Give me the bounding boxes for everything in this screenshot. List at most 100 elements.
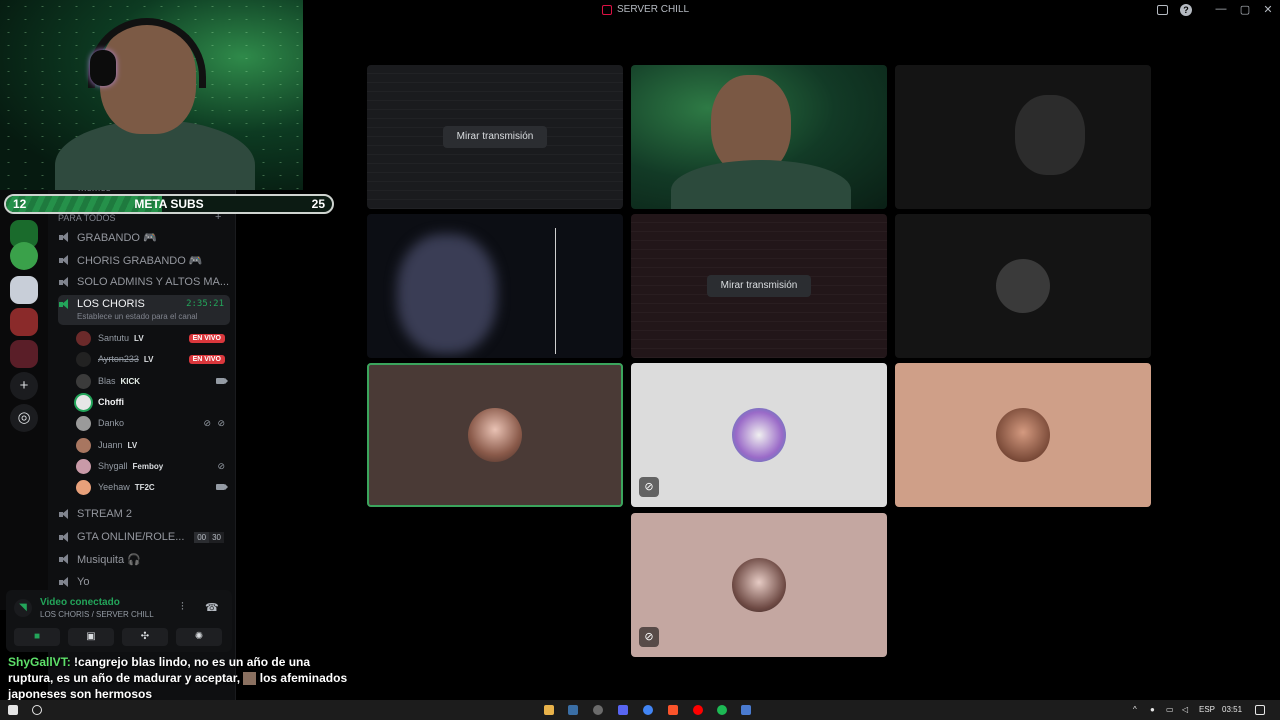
user-tag: TF2C <box>134 482 155 492</box>
inbox-icon[interactable] <box>1157 5 1168 15</box>
video-tile[interactable] <box>895 363 1151 507</box>
voice-status[interactable]: Video conectado <box>40 597 120 608</box>
obs-icon[interactable] <box>593 705 603 715</box>
user-count: 00 <box>194 531 210 543</box>
clock[interactable]: 03:51 <box>1222 705 1242 714</box>
speaker-icon <box>58 254 72 266</box>
chrome-icon[interactable] <box>643 705 653 715</box>
video-tile[interactable]: ⊘ <box>631 363 887 507</box>
stream-person <box>1015 95 1085 175</box>
mic-muted-icon: ⊘ <box>203 417 211 428</box>
headset-earcup <box>90 50 116 86</box>
steam-icon[interactable] <box>568 705 578 715</box>
voice-user[interactable]: Juann LV <box>76 435 230 455</box>
video-tile[interactable] <box>895 214 1151 358</box>
tray-chevron-icon[interactable]: ^ <box>1133 705 1137 714</box>
youtube-icon[interactable] <box>693 705 703 715</box>
server-icon-frog[interactable] <box>10 242 38 270</box>
camera-icon <box>216 484 228 490</box>
goal-title: META SUBS <box>134 197 204 211</box>
voice-channel[interactable]: GTA ONLINE/ROLE... 00 30 <box>58 527 230 547</box>
voice-user[interactable]: Choffi <box>76 392 230 412</box>
video-tile[interactable]: ⊘ <box>631 513 887 657</box>
discover-icon[interactable]: ◎ <box>10 404 38 432</box>
user-name: Blas <box>98 376 116 386</box>
server-icon-server-chill[interactable] <box>10 340 38 368</box>
voice-user[interactable]: Danko ⊘ ⊘ <box>76 413 230 433</box>
camera-button[interactable]: ■ <box>14 628 60 646</box>
user-avatar <box>732 408 786 462</box>
spotify-icon[interactable] <box>717 705 727 715</box>
minimize-icon[interactable]: — <box>1214 3 1228 15</box>
voice-channel[interactable]: Musiquita 🎧 <box>58 549 230 569</box>
voice-channel[interactable]: GRABANDO 🎮 <box>58 227 230 247</box>
stream-tile[interactable]: Mirar transmisión <box>631 214 887 358</box>
user-tag: LV <box>127 440 138 450</box>
stream-tile[interactable]: Mirar transmisión <box>367 65 623 209</box>
voice-connection-panel: ◥ Video conectado LOS CHORIS / SERVER CH… <box>6 590 232 652</box>
user-name: Danko <box>98 418 125 428</box>
voice-user[interactable]: Ayrton233 LV EN VIVO <box>76 349 230 369</box>
volume-icon[interactable]: ◁ <box>1182 705 1188 714</box>
windows-taskbar: ^ ● ▭ ◁ ESP 03:51 <box>0 700 1280 720</box>
video-tile-speaking[interactable] <box>367 363 623 507</box>
video-tile[interactable] <box>367 214 623 358</box>
user-name: Juann <box>98 440 123 450</box>
soundboard-button[interactable]: ✺ <box>176 628 222 646</box>
user-tag: Femboy <box>132 461 164 471</box>
live-badge: EN VIVO <box>188 333 225 343</box>
video-tile[interactable] <box>631 65 887 209</box>
emote-icon <box>243 672 257 686</box>
user-name: Yeehaw <box>98 482 130 492</box>
user-avatar <box>996 408 1050 462</box>
noise-suppression-icon[interactable]: ⫶ <box>181 601 184 614</box>
voice-location[interactable]: LOS CHORIS / SERVER CHILL <box>40 610 154 619</box>
voice-channel[interactable]: SOLO ADMINS Y ALTOS MA... <box>58 272 230 292</box>
server-icon-anime[interactable] <box>10 276 38 304</box>
server-logo-icon <box>602 4 612 15</box>
watch-stream-button[interactable]: Mirar transmisión <box>443 126 547 148</box>
add-server-icon[interactable]: + <box>10 372 38 400</box>
search-icon[interactable] <box>32 705 42 715</box>
language-indicator[interactable]: ESP <box>1199 705 1215 714</box>
voice-channel-active[interactable]: LOS CHORIS 2:35:21 Establece un estado p… <box>58 295 230 325</box>
channel-name: Musiquita 🎧 <box>77 553 141 566</box>
stream-chat-message: ShyGallVT: !cangrejo blas lindo, no es u… <box>0 654 352 702</box>
windows-start-icon[interactable] <box>8 705 18 715</box>
disconnect-icon[interactable]: ☎ <box>205 601 219 614</box>
notification-icon[interactable] <box>1255 705 1265 715</box>
channel-status[interactable]: Establece un estado para el canal <box>77 312 198 321</box>
mic-icon[interactable]: ● <box>1150 705 1155 714</box>
camera-icon <box>216 378 228 384</box>
channel-name: LOS CHORIS <box>77 298 145 310</box>
voice-user[interactable]: Yeehaw TF2C <box>76 477 230 497</box>
file-explorer-icon[interactable] <box>544 705 554 715</box>
brave-icon[interactable] <box>668 705 678 715</box>
video-tile[interactable] <box>895 65 1151 209</box>
network-icon[interactable]: ▭ <box>1166 705 1174 714</box>
voice-user[interactable]: Shygall Femboy ⊘ <box>76 456 230 476</box>
speaker-icon <box>58 531 72 543</box>
server-icon-red[interactable] <box>10 308 38 336</box>
voice-channel[interactable]: STREAM 2 <box>58 504 230 524</box>
speaker-icon <box>58 276 72 288</box>
window-title-text: SERVER CHILL <box>617 4 690 15</box>
watch-stream-button[interactable]: Mirar transmisión <box>707 275 811 297</box>
voice-channel[interactable]: CHORIS GRABANDO 🎮 <box>58 250 230 270</box>
discord-icon[interactable] <box>618 705 628 715</box>
channel-name: CHORIS GRABANDO 🎮 <box>77 254 203 267</box>
voice-user[interactable]: Santutu LV EN VIVO <box>76 328 230 348</box>
activities-button[interactable]: ✣ <box>122 628 168 646</box>
user-name: Santutu <box>98 333 130 343</box>
app-icon[interactable] <box>741 705 751 715</box>
category-label[interactable]: PARA TODOS <box>58 213 116 223</box>
screen-share-button[interactable]: ▣ <box>68 628 114 646</box>
user-tag: KICK <box>120 376 141 386</box>
channel-name: Yo <box>77 576 90 588</box>
help-icon[interactable]: ? <box>1180 4 1192 16</box>
close-icon[interactable]: ✕ <box>1261 3 1275 16</box>
speaker-icon <box>58 508 72 520</box>
voice-user[interactable]: Blas KICK <box>76 371 230 391</box>
voice-channel[interactable]: Yo <box>58 572 230 592</box>
maximize-icon[interactable]: ▢ <box>1238 3 1252 16</box>
